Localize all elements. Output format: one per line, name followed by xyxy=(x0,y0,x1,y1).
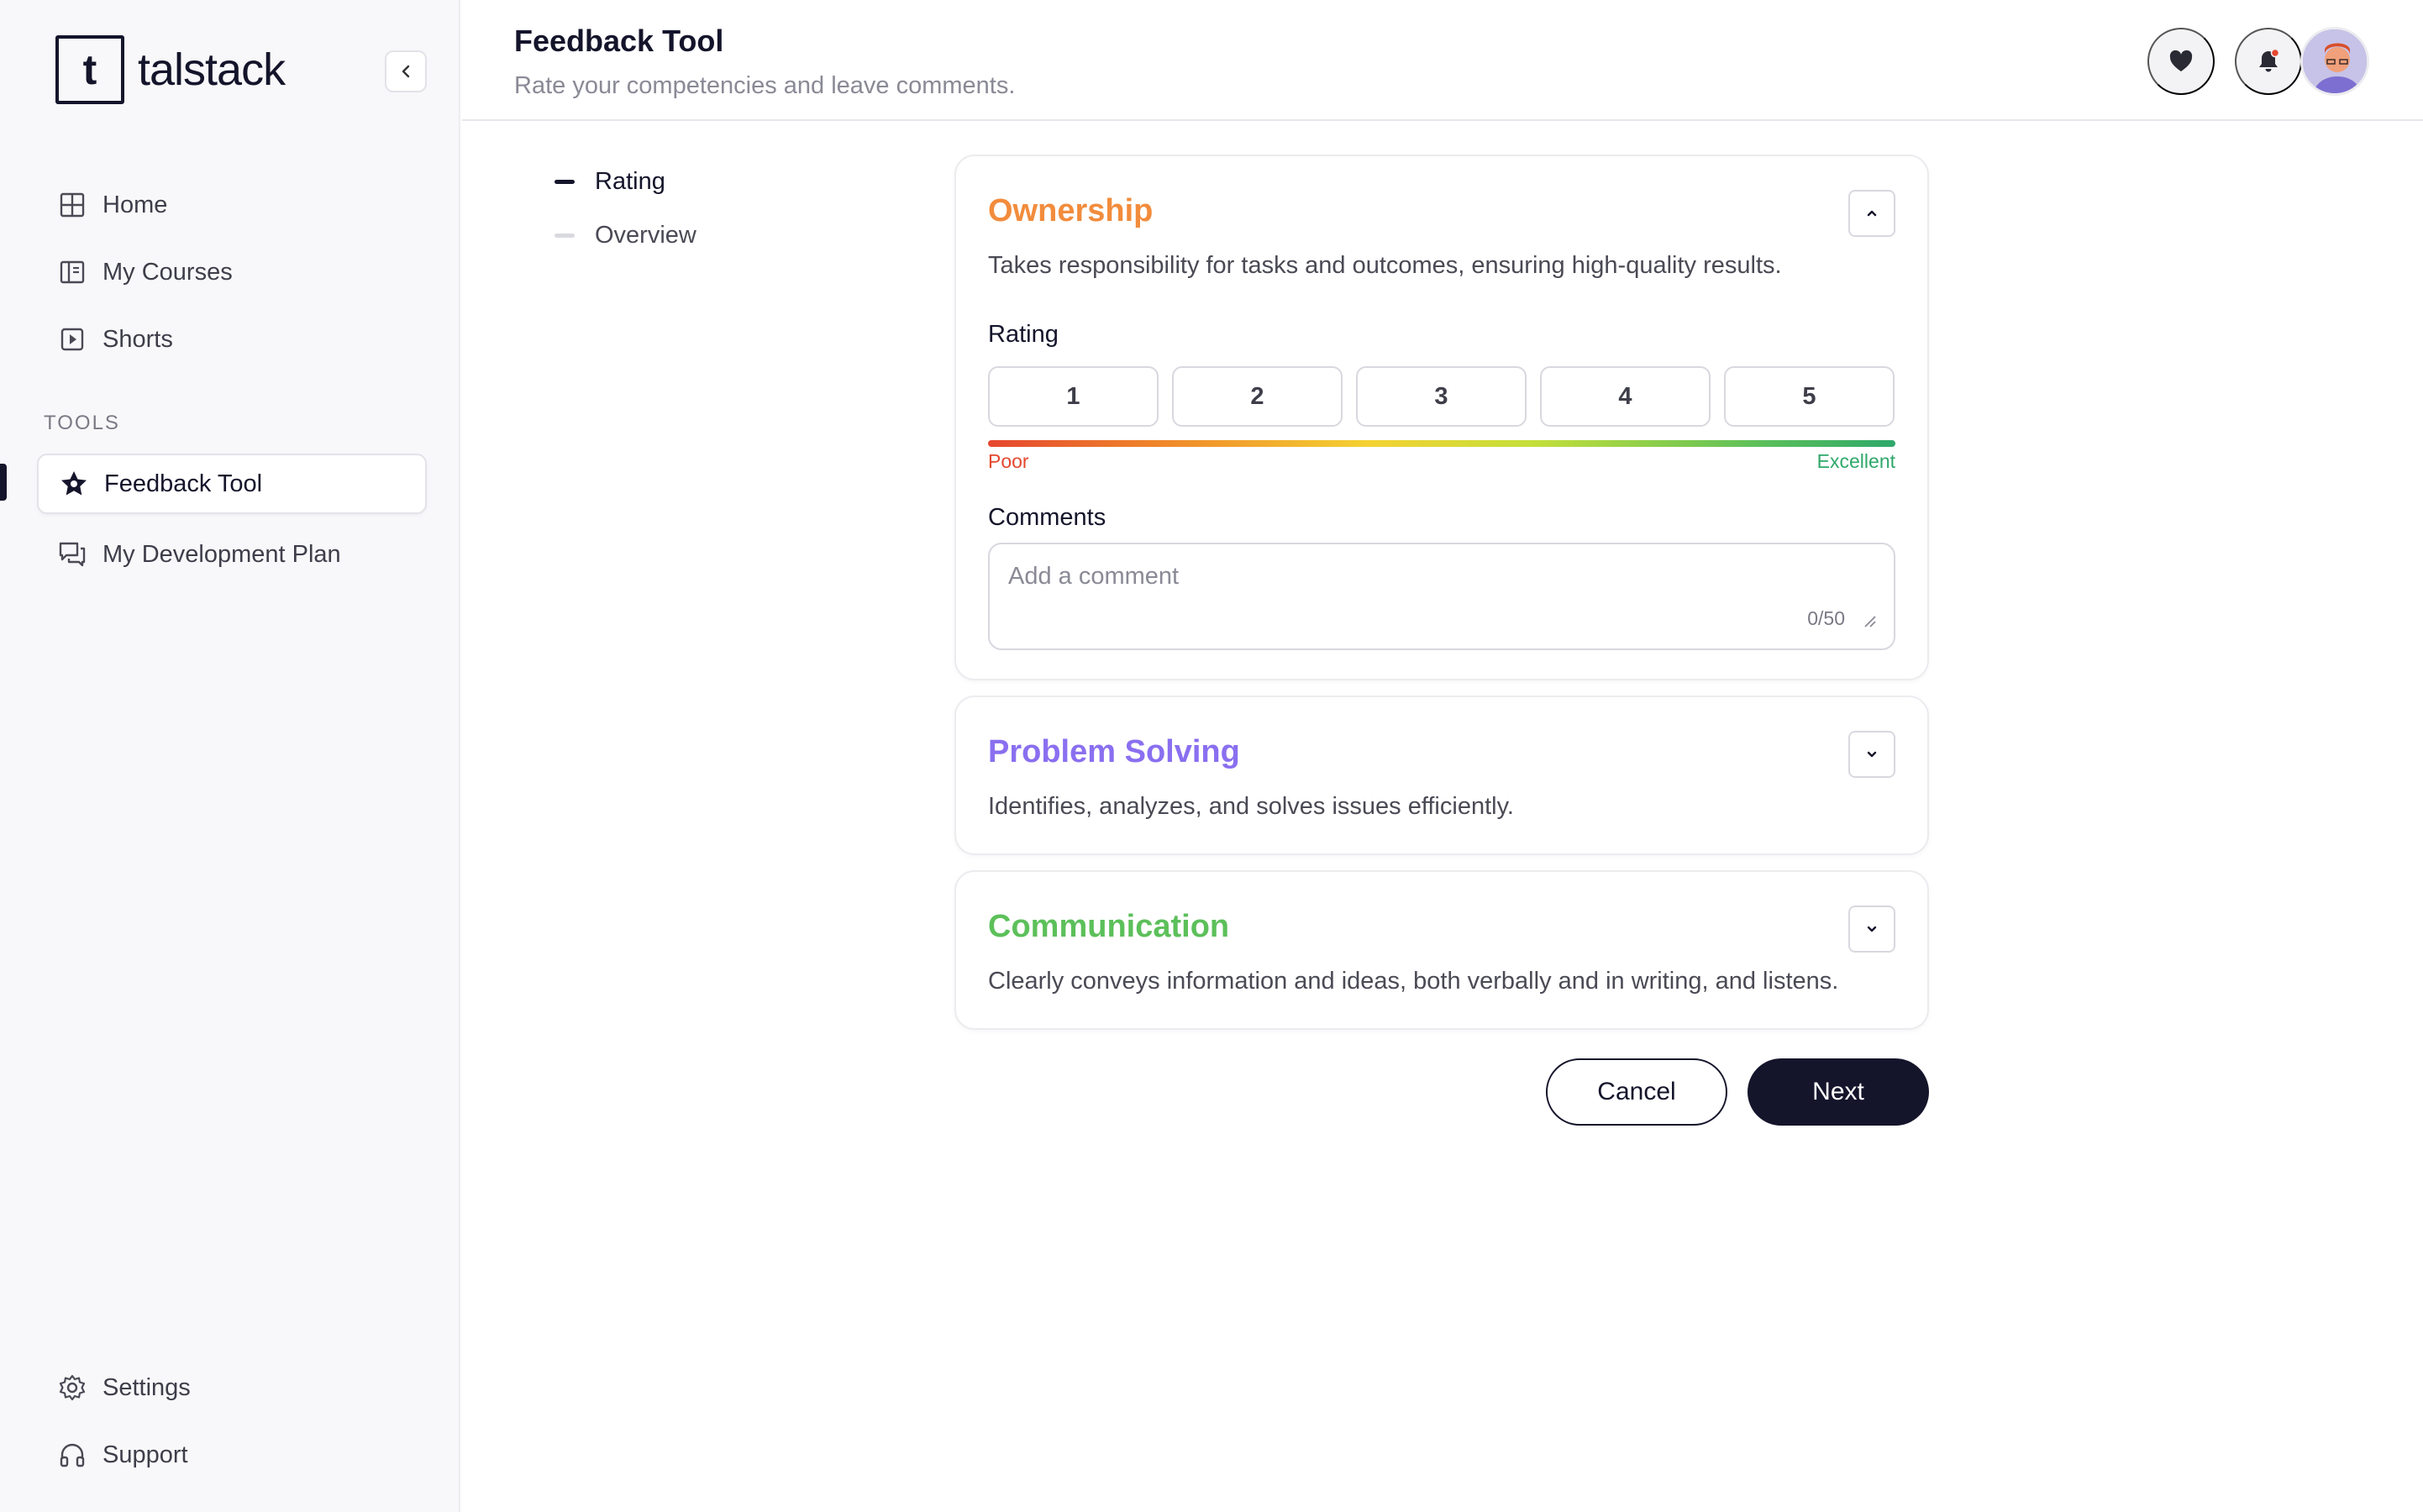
sidebar-item-label: Support xyxy=(102,1441,188,1468)
sidebar-item-shorts[interactable]: Shorts xyxy=(37,309,427,370)
rating-option-4[interactable]: 4 xyxy=(1540,366,1711,427)
page-title: Feedback Tool xyxy=(514,24,724,58)
bottom-nav: Settings Support xyxy=(37,1357,427,1485)
grid-icon xyxy=(57,190,87,220)
logo[interactable]: t talstack xyxy=(55,35,286,104)
character-counter: 0/50 xyxy=(1807,607,1845,629)
logo-mark: t xyxy=(55,35,124,104)
favorites-button[interactable] xyxy=(2147,28,2215,95)
avatar[interactable] xyxy=(2300,27,2369,96)
chevron-left-icon xyxy=(402,65,410,78)
step-label: Rating xyxy=(595,167,665,195)
rating-option-5[interactable]: 5 xyxy=(1724,366,1895,427)
sidebar-item-settings[interactable]: Settings xyxy=(37,1357,427,1418)
competency-description: Identifies, analyzes, and solves issues … xyxy=(988,793,1514,820)
scale-high-label: Excellent xyxy=(1816,450,1895,472)
step-overview[interactable]: Overview xyxy=(555,208,696,262)
competency-description: Takes responsibility for tasks and outco… xyxy=(988,252,1782,279)
gear-icon xyxy=(57,1373,87,1403)
rating-option-2[interactable]: 2 xyxy=(1172,366,1343,427)
sidebar-item-label: My Development Plan xyxy=(102,540,341,568)
sidebar-item-feedback-tool[interactable]: Feedback Tool xyxy=(37,454,427,514)
rating-scale-bar xyxy=(988,440,1895,447)
scale-low-label: Poor xyxy=(988,450,1029,472)
sidebar-item-label: Shorts xyxy=(102,325,173,353)
comment-field: 0/50 xyxy=(988,543,1895,650)
chevron-down-icon xyxy=(1867,926,1877,932)
step-rating[interactable]: Rating xyxy=(555,155,696,208)
next-button[interactable]: Next xyxy=(1748,1058,1929,1126)
sidebar-item-my-development-plan[interactable]: My Development Plan xyxy=(37,524,427,585)
resize-handle-icon[interactable] xyxy=(1862,613,1879,630)
book-icon xyxy=(57,257,87,287)
competency-description: Clearly conveys information and ideas, b… xyxy=(988,968,1839,995)
sidebar-item-home[interactable]: Home xyxy=(37,175,427,235)
logo-text: talstack xyxy=(138,45,286,95)
expand-button[interactable] xyxy=(1848,731,1895,778)
competency-card-communication: Communication Clearly conveys informatio… xyxy=(954,870,1929,1030)
step-indicator xyxy=(555,233,575,238)
star-badge-icon xyxy=(59,469,89,499)
avatar-illustration xyxy=(2303,29,2367,93)
page-subtitle: Rate your competencies and leave comment… xyxy=(514,72,1016,99)
competency-title: Communication xyxy=(988,909,1230,944)
collapse-sidebar-button[interactable] xyxy=(385,50,427,92)
cancel-button[interactable]: Cancel xyxy=(1546,1058,1727,1126)
expand-button[interactable] xyxy=(1848,906,1895,953)
tools-section-label: TOOLS xyxy=(44,412,120,434)
page-header: Feedback Tool Rate your competencies and… xyxy=(462,0,2423,121)
competency-card-problem-solving: Problem Solving Identifies, analyzes, an… xyxy=(954,696,1929,855)
sidebar-item-label: Settings xyxy=(102,1373,191,1401)
chevron-down-icon xyxy=(1867,751,1877,758)
step-label: Overview xyxy=(595,221,696,249)
tools-nav: Feedback Tool My Development Plan xyxy=(37,454,427,585)
notifications-button[interactable] xyxy=(2235,28,2302,95)
heart-icon xyxy=(2169,50,2193,71)
competency-title: Problem Solving xyxy=(988,734,1240,769)
rating-option-3[interactable]: 3 xyxy=(1356,366,1527,427)
step-indicator xyxy=(555,179,575,184)
sidebar-item-my-courses[interactable]: My Courses xyxy=(37,242,427,302)
play-square-icon xyxy=(57,324,87,354)
progress-steps: Rating Overview xyxy=(555,155,696,262)
rating-options: 1 2 3 4 5 xyxy=(988,366,1895,427)
collapse-button[interactable] xyxy=(1848,190,1895,237)
chat-icon xyxy=(57,539,87,570)
comment-input[interactable] xyxy=(1008,563,1764,613)
comments-label: Comments xyxy=(988,504,1106,531)
competency-card-ownership: Ownership Takes responsibility for tasks… xyxy=(954,155,1929,680)
chevron-up-icon xyxy=(1867,210,1877,217)
sidebar: t talstack Home My Courses Shorts TOOLS xyxy=(0,0,460,1512)
headphones-icon xyxy=(57,1440,87,1470)
sidebar-item-support[interactable]: Support xyxy=(37,1425,427,1485)
sidebar-item-label: Home xyxy=(102,191,168,218)
bell-icon xyxy=(2259,48,2280,72)
sidebar-item-label: My Courses xyxy=(102,258,233,286)
sidebar-item-label: Feedback Tool xyxy=(104,470,263,497)
rating-option-1[interactable]: 1 xyxy=(988,366,1159,427)
main-nav: Home My Courses Shorts xyxy=(37,175,427,370)
competency-title: Ownership xyxy=(988,193,1154,228)
active-indicator xyxy=(0,464,7,501)
rating-label: Rating xyxy=(988,321,1059,348)
